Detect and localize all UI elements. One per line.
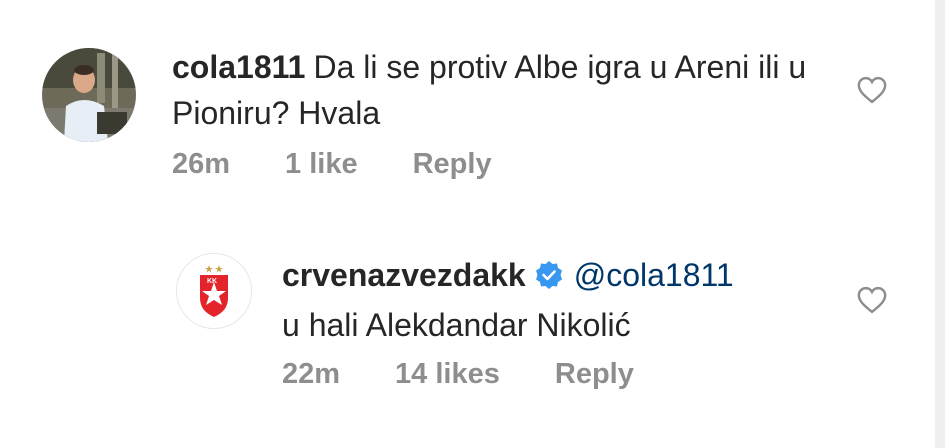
comment-item: cola1811 Da li se protiv Albe igra u Aren…: [0, 0, 935, 215]
comments-screen: cola1811 Da li se protiv Albe igra u Aren…: [0, 0, 945, 448]
comment-time: 22m: [282, 358, 341, 390]
comment-body: crvenazvezdakk @cola1811 u hali Alekdanda…: [282, 252, 842, 348]
comment-username[interactable]: cola1811: [172, 49, 305, 85]
mention-link[interactable]: @cola1811: [574, 257, 734, 293]
comment-meta: 26m 1 like Reply: [172, 148, 492, 181]
heart-icon[interactable]: [857, 286, 887, 319]
comment-likes[interactable]: 14 likes: [395, 358, 500, 391]
scroll-edge: [935, 0, 945, 448]
reply-button[interactable]: Reply: [413, 148, 492, 181]
comment-username[interactable]: crvenazvezdakk: [282, 257, 526, 293]
comment-body: cola1811 Da li se protiv Albe igra u Aren…: [172, 44, 812, 136]
verified-badge-icon: [534, 256, 564, 302]
avatar[interactable]: [42, 48, 136, 142]
comment-meta: 22m 14 likes Reply: [282, 358, 634, 391]
comment-text: u hali Alekdandar Nikolić: [282, 307, 631, 343]
reply-item: KK crvenazvezdakk @cola1811 u hali Alekda…: [0, 215, 935, 448]
heart-icon[interactable]: [857, 76, 887, 109]
crest-text: KK: [207, 278, 217, 285]
reply-button[interactable]: Reply: [555, 358, 634, 391]
avatar[interactable]: KK: [176, 253, 252, 329]
comment-likes[interactable]: 1 like: [285, 148, 358, 181]
comment-time: 26m: [172, 148, 231, 180]
